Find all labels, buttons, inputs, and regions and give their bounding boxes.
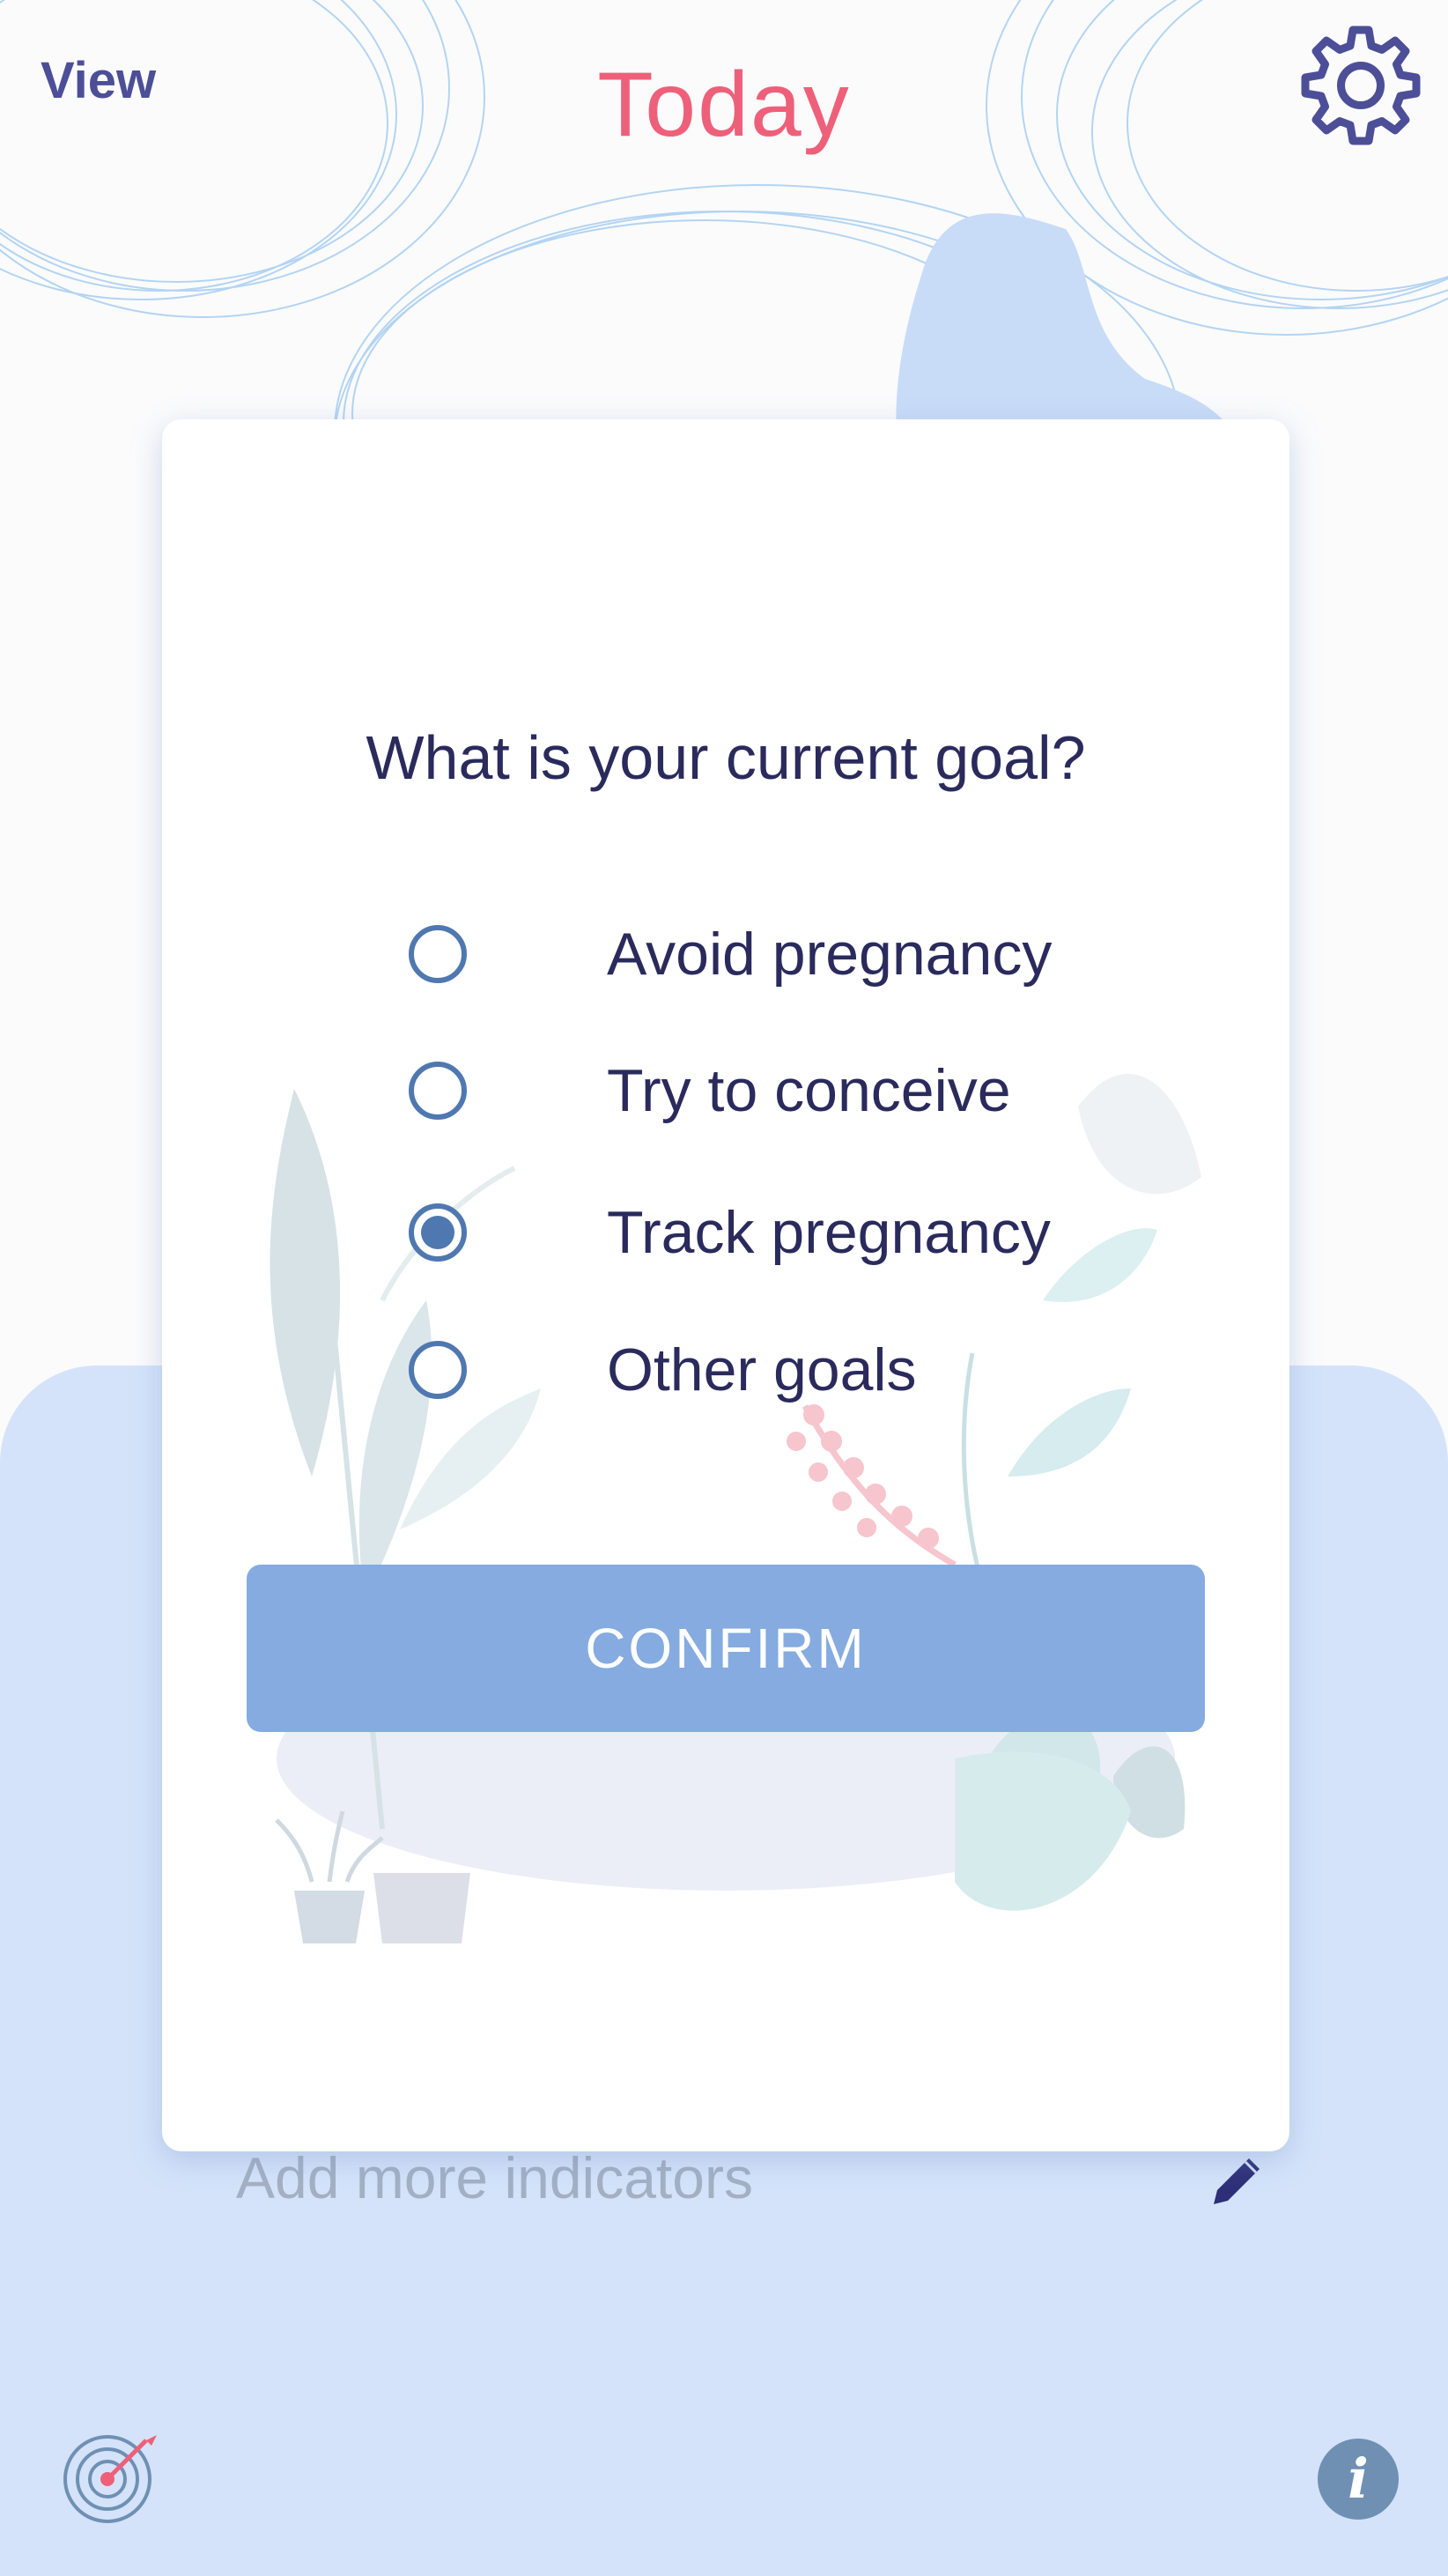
radio-button[interactable] xyxy=(409,1062,467,1120)
option-label: Track pregnancy xyxy=(607,1199,1051,1266)
goal-dialog: What is your current goal? Avoid pregnan… xyxy=(162,419,1289,2151)
goal-question: What is your current goal? xyxy=(366,723,1086,792)
gear-icon[interactable] xyxy=(1295,19,1427,152)
option-label: Other goals xyxy=(607,1336,917,1403)
option-label: Avoid pregnancy xyxy=(607,921,1053,988)
radio-button-selected[interactable] xyxy=(409,1203,467,1262)
option-other-goals[interactable]: Other goals xyxy=(409,1323,1201,1420)
add-indicators-link[interactable]: Add more indicators xyxy=(236,2144,753,2211)
radio-button[interactable] xyxy=(409,925,467,983)
info-icon[interactable]: i xyxy=(1318,2439,1399,2520)
option-avoid-pregnancy[interactable]: Avoid pregnancy xyxy=(409,907,1201,1004)
plants-illustration xyxy=(270,1073,1201,1943)
option-track-pregnancy[interactable]: Track pregnancy xyxy=(409,1186,1201,1283)
pencil-icon[interactable] xyxy=(1207,2150,1268,2211)
option-label: Try to conceive xyxy=(607,1057,1011,1124)
confirm-button[interactable]: CONFIRM xyxy=(247,1565,1205,1732)
page-title: Today xyxy=(597,54,851,156)
target-icon[interactable] xyxy=(60,2424,162,2527)
option-try-to-conceive[interactable]: Try to conceive xyxy=(409,1044,1201,1141)
radio-button[interactable] xyxy=(409,1341,467,1399)
